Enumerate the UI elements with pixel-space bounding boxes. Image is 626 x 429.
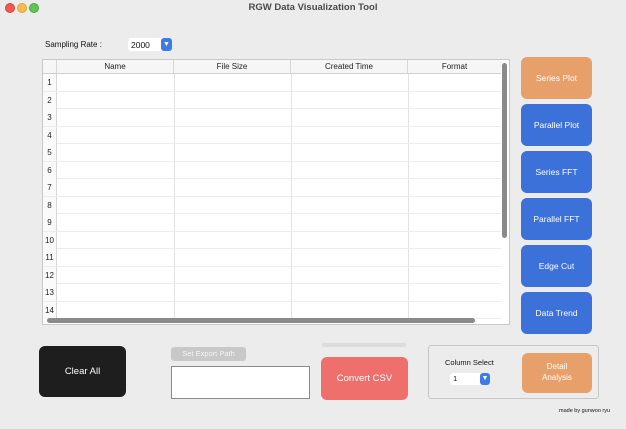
set-export-path-button[interactable]: Set Export Path: [171, 347, 246, 361]
table-row[interactable]: 13: [43, 284, 501, 302]
row-number: 5: [43, 144, 57, 161]
row-number: 11: [43, 249, 57, 266]
detail-analysis-label-line2: Analysis: [542, 373, 572, 382]
parallel-fft-button[interactable]: Parallel FFT: [521, 198, 592, 240]
table-row[interactable]: 8: [43, 196, 501, 214]
detail-analysis-label-line1: Detail: [546, 362, 568, 371]
row-number: 4: [43, 126, 57, 144]
table-row[interactable]: 6: [43, 161, 501, 179]
table-row[interactable]: 12: [43, 266, 501, 284]
series-fft-button[interactable]: Series FFT: [521, 151, 592, 193]
table-row[interactable]: 10: [43, 231, 501, 249]
column-select-dropdown[interactable]: 1 ▼: [450, 373, 490, 385]
series-plot-button[interactable]: Series Plot: [521, 57, 592, 99]
horizontal-scrollbar[interactable]: [47, 318, 475, 323]
window-title: RGW Data Visualization Tool: [248, 2, 378, 13]
row-number: 6: [43, 161, 57, 179]
edge-cut-button[interactable]: Edge Cut: [521, 245, 592, 287]
column-header-file-size[interactable]: File Size: [174, 60, 291, 74]
table-row[interactable]: 5: [43, 144, 501, 162]
sampling-rate-select[interactable]: 2000 ▼: [128, 38, 172, 51]
row-number: 10: [43, 231, 57, 249]
title-bar: RGW Data Visualization Tool: [0, 0, 626, 17]
table-row[interactable]: 2: [43, 91, 501, 109]
row-number: 9: [43, 214, 57, 231]
table-row[interactable]: 7: [43, 179, 501, 197]
sampling-rate-label: Sampling Rate :: [45, 40, 102, 49]
row-number-header: [43, 60, 57, 74]
table-header: Name File Size Created Time Format: [43, 60, 501, 74]
table-row[interactable]: 14: [43, 301, 501, 319]
row-number: 8: [43, 196, 57, 214]
row-number: 12: [43, 266, 57, 284]
row-number: 14: [43, 301, 57, 319]
column-select-value: 1: [453, 374, 458, 383]
parallel-plot-button[interactable]: Parallel Plot: [521, 104, 592, 146]
row-number: 13: [43, 284, 57, 301]
row-number: 7: [43, 179, 57, 196]
file-table[interactable]: Name File Size Created Time Format 1 2 3…: [42, 59, 510, 325]
chevron-down-icon[interactable]: ▼: [480, 373, 490, 385]
table-row[interactable]: 3: [43, 109, 501, 127]
progress-bar: [322, 343, 406, 347]
table-row[interactable]: 1: [43, 74, 501, 92]
table-row[interactable]: 9: [43, 214, 501, 232]
column-select-label: Column Select: [445, 358, 494, 367]
export-path-field[interactable]: [171, 366, 310, 399]
clear-all-button[interactable]: Clear All: [39, 346, 126, 397]
column-header-format[interactable]: Format: [408, 60, 501, 74]
chevron-down-icon[interactable]: ▼: [161, 38, 172, 51]
table-row[interactable]: 4: [43, 126, 501, 144]
column-select-group: Column Select 1 ▼ Detail Analysis: [428, 345, 599, 399]
row-number: 2: [43, 91, 57, 109]
data-trend-button[interactable]: Data Trend: [521, 292, 592, 334]
detail-analysis-button[interactable]: Detail Analysis: [522, 353, 592, 393]
vertical-scrollbar[interactable]: [502, 63, 507, 238]
sampling-rate-value: 2000: [131, 40, 150, 50]
row-number: 3: [43, 109, 57, 126]
convert-csv-button[interactable]: Convert CSV: [321, 357, 408, 400]
table-row[interactable]: 11: [43, 249, 501, 267]
column-header-created-time[interactable]: Created Time: [291, 60, 408, 74]
column-header-name[interactable]: Name: [57, 60, 174, 74]
credit-text: made by gunwoo ryu: [559, 408, 611, 414]
row-number: 1: [43, 74, 57, 91]
